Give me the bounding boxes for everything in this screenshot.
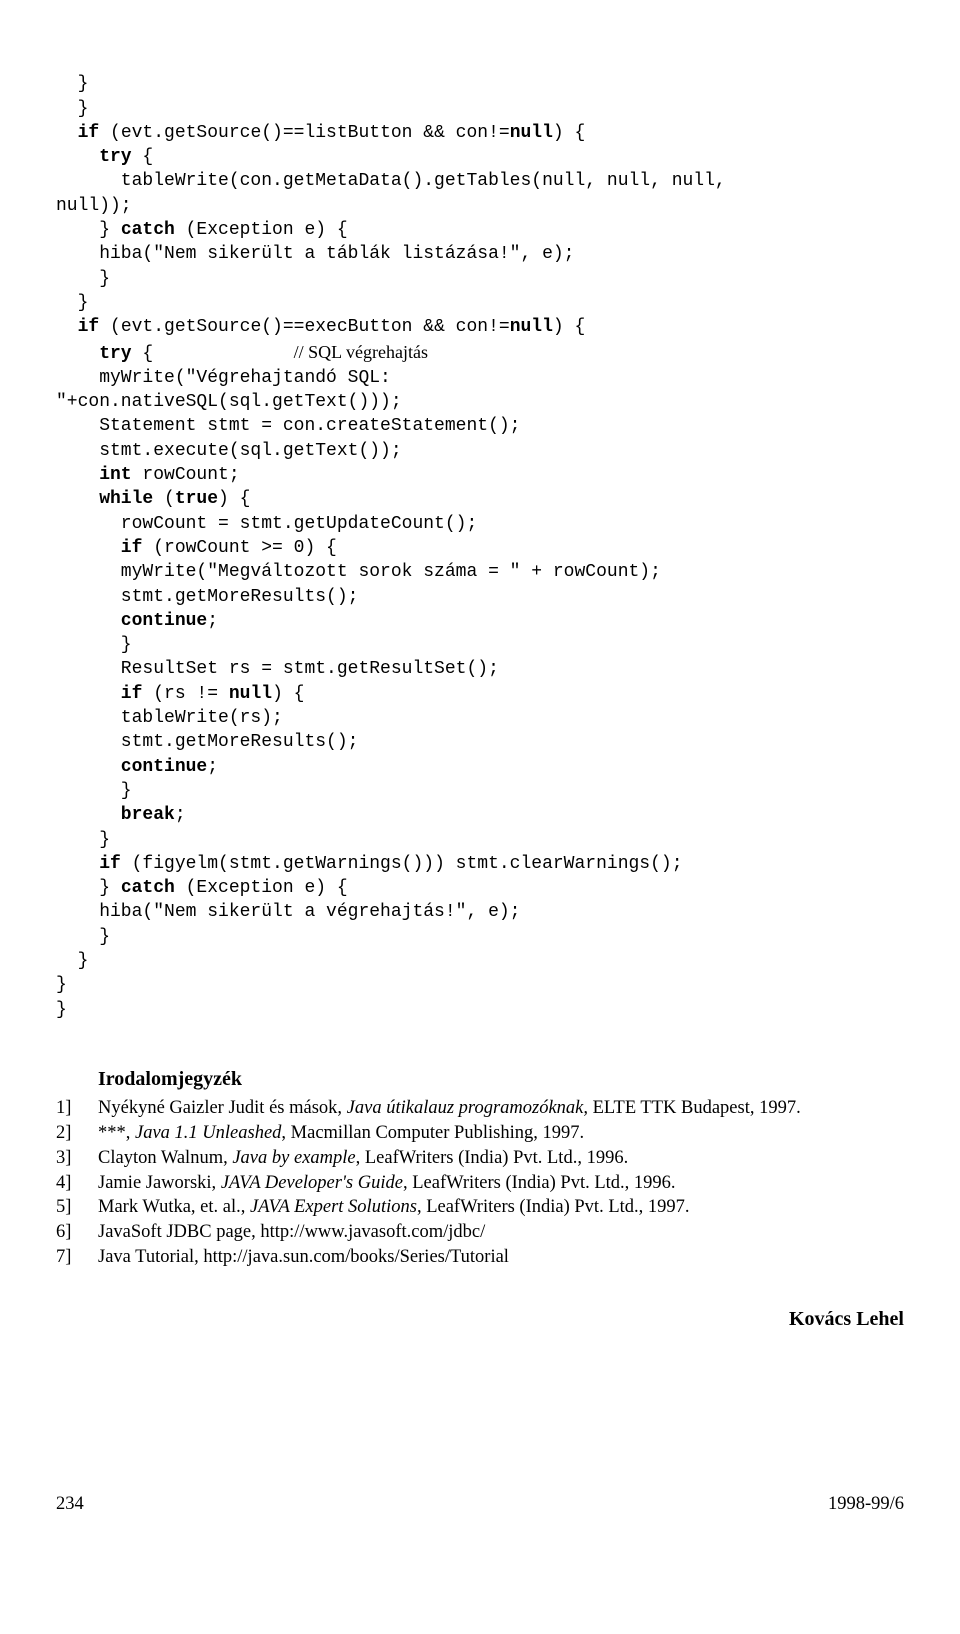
code-line: null)); — [56, 196, 132, 216]
ref-number: 7] — [56, 1245, 98, 1270]
ref-number: 1] — [56, 1096, 98, 1121]
code-line: stmt.getMoreResults(); — [56, 587, 358, 607]
code-line: } catch (Exception e) { — [56, 220, 348, 240]
code-line: myWrite("Megváltozott sorok száma = " + … — [56, 562, 661, 582]
code-line: } — [56, 99, 88, 119]
ref-number: 6] — [56, 1220, 98, 1245]
code-line: Statement stmt = con.createStatement(); — [56, 416, 520, 436]
reference-item: 3] Clayton Walnum, Java by example, Leaf… — [56, 1146, 904, 1171]
code-line: } — [56, 975, 67, 995]
ref-number: 3] — [56, 1146, 98, 1171]
code-line: tableWrite(con.getMetaData().getTables(n… — [56, 171, 726, 191]
code-line: try { // SQL végrehajtás — [56, 344, 428, 364]
reference-item: 5] Mark Wutka, et. al., JAVA Expert Solu… — [56, 1195, 904, 1220]
code-line: if (rs != null) { — [56, 684, 304, 704]
reference-item: 1] Nyékyné Gaizler Judit és mások, Java … — [56, 1096, 904, 1121]
reference-item: 7] Java Tutorial, http://java.sun.com/bo… — [56, 1245, 904, 1270]
ref-text: ***, Java 1.1 Unleashed, Macmillan Compu… — [98, 1121, 904, 1146]
code-line: } — [56, 74, 88, 94]
code-line: ResultSet rs = stmt.getResultSet(); — [56, 659, 499, 679]
code-line: rowCount = stmt.getUpdateCount(); — [56, 514, 477, 534]
code-line: hiba("Nem sikerült a táblák listázása!",… — [56, 244, 574, 264]
reference-item: 4] Jamie Jaworski, JAVA Developer's Guid… — [56, 1171, 904, 1196]
code-line: tableWrite(rs); — [56, 708, 283, 728]
code-line: continue; — [56, 611, 218, 631]
code-line: hiba("Nem sikerült a végrehajtás!", e); — [56, 902, 520, 922]
author-name: Kovács Lehel — [56, 1306, 904, 1332]
code-line: stmt.execute(sql.getText()); — [56, 441, 402, 461]
issue-label: 1998-99/6 — [828, 1492, 904, 1516]
code-line: if (rowCount >= 0) { — [56, 538, 337, 558]
code-line: } — [56, 781, 132, 801]
code-line: } — [56, 927, 110, 947]
ref-text: Clayton Walnum, Java by example, LeafWri… — [98, 1146, 904, 1171]
code-line: try { — [56, 147, 153, 167]
code-line: } — [56, 951, 88, 971]
reference-item: 2] ***, Java 1.1 Unleashed, Macmillan Co… — [56, 1121, 904, 1146]
references-list: 1] Nyékyné Gaizler Judit és mások, Java … — [56, 1096, 904, 1269]
code-line: } — [56, 635, 132, 655]
page-footer: 234 1998-99/6 — [56, 1492, 904, 1516]
ref-number: 2] — [56, 1121, 98, 1146]
reference-item: 6] JavaSoft JDBC page, http://www.javaso… — [56, 1220, 904, 1245]
code-line: int rowCount; — [56, 465, 240, 485]
ref-text: Java Tutorial, http://java.sun.com/books… — [98, 1245, 904, 1270]
code-line: continue; — [56, 757, 218, 777]
ref-number: 5] — [56, 1195, 98, 1220]
code-line: } — [56, 830, 110, 850]
code-line: "+con.nativeSQL(sql.getText())); — [56, 392, 402, 412]
ref-text: Mark Wutka, et. al., JAVA Expert Solutio… — [98, 1195, 904, 1220]
code-line: myWrite("Végrehajtandó SQL: — [56, 368, 391, 388]
code-line: while (true) { — [56, 489, 250, 509]
code-line: } — [56, 269, 110, 289]
code-line: if (evt.getSource()==execButton && con!=… — [56, 317, 585, 337]
page-number: 234 — [56, 1492, 84, 1516]
code-line: if (evt.getSource()==listButton && con!=… — [56, 123, 585, 143]
code-line: } — [56, 293, 88, 313]
ref-number: 4] — [56, 1171, 98, 1196]
code-line: if (figyelm(stmt.getWarnings())) stmt.cl… — [56, 854, 683, 874]
ref-text: Nyékyné Gaizler Judit és mások, Java úti… — [98, 1096, 904, 1121]
ref-text: JavaSoft JDBC page, http://www.javasoft.… — [98, 1220, 904, 1245]
code-line: stmt.getMoreResults(); — [56, 732, 358, 752]
code-line: } — [56, 1000, 67, 1020]
code-block: } } if (evt.getSource()==listButton && c… — [56, 48, 904, 1022]
ref-text: Jamie Jaworski, JAVA Developer's Guide, … — [98, 1171, 904, 1196]
code-line: } catch (Exception e) { — [56, 878, 348, 898]
references-title: Irodalomjegyzék — [56, 1066, 904, 1092]
code-line: break; — [56, 805, 186, 825]
